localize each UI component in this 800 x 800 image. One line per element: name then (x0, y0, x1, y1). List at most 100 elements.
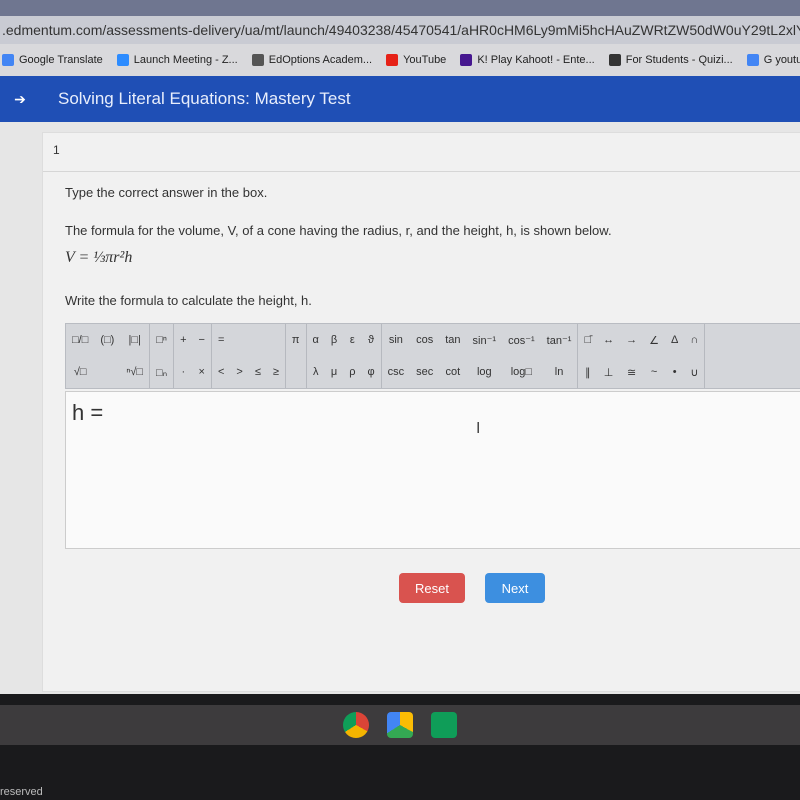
reset-button[interactable]: Reset (399, 573, 465, 603)
toolbar-symbol-button[interactable]: tan (445, 334, 460, 346)
footer-text: reserved (0, 786, 43, 798)
toolbar-group: + · − × (174, 324, 212, 388)
toolbar-symbol-button[interactable]: |□| (129, 334, 141, 346)
toolbar-symbol-button[interactable]: < (218, 366, 224, 378)
bookmark-item[interactable]: YouTube (386, 54, 446, 66)
bookmark-icon (2, 54, 14, 66)
toolbar-symbol-button[interactable]: □̄ (584, 334, 591, 346)
bookmark-label: G youtube (763, 54, 800, 66)
taskbar (0, 705, 800, 745)
toolbar-symbol-button[interactable]: ~ (651, 366, 657, 378)
task: Write the formula to calculate the heigh… (65, 293, 312, 308)
toolbar-symbol-button[interactable]: log□ (511, 366, 532, 378)
answer-input[interactable]: h = I (65, 391, 800, 549)
toolbar-group: □̄ ∥ ↔ ⊥ → ≅ ∠ ~ Δ • ∩ ∪ (578, 324, 706, 388)
bookmark-item[interactable]: Google Translate (2, 54, 103, 66)
toolbar-symbol-button[interactable]: ≥ (273, 366, 279, 378)
main-content: 1 Type the correct answer in the box. Th… (0, 122, 800, 798)
toolbar-symbol-button[interactable]: • (673, 366, 677, 378)
divider (43, 171, 800, 172)
toolbar-group: = < > ≤ ≥ (212, 324, 286, 388)
toolbar-symbol-button[interactable]: > (236, 366, 242, 378)
toolbar-symbol-button[interactable]: π (292, 334, 300, 346)
toolbar-symbol-button[interactable]: log (477, 366, 492, 378)
math-toolbar: □/□ √□ (□) |□| ⁿ√□ □ⁿ □ₙ + · − × = < > ≤ ≥ π α λ β μ ε ρ ϑ φ sin c… (65, 323, 800, 389)
bookmark-item[interactable]: G youtube (746, 54, 800, 66)
instruction: Type the correct answer in the box. (65, 185, 268, 200)
bookmark-item[interactable]: For Students - Quizi... (608, 54, 733, 66)
toolbar-symbol-button[interactable]: + (180, 334, 186, 346)
classroom-icon[interactable] (431, 712, 457, 738)
toolbar-symbol-button[interactable]: cos (416, 334, 433, 346)
toolbar-symbol-button[interactable]: ⊥ (604, 366, 614, 379)
toolbar-symbol-button[interactable]: ε (350, 334, 355, 346)
question-card: 1 Type the correct answer in the box. Th… (42, 132, 800, 692)
toolbar-symbol-button[interactable]: ln (555, 366, 564, 378)
toolbar-group: □ⁿ □ₙ (150, 324, 175, 388)
toolbar-symbol-button[interactable]: √□ (74, 366, 87, 378)
toolbar-symbol-button[interactable]: → (626, 334, 637, 346)
formula: V = ⅓πr²h (65, 249, 133, 266)
toolbar-symbol-button[interactable]: csc (388, 366, 405, 378)
toolbar-symbol-button[interactable]: = (218, 334, 224, 346)
answer-prefix: h = (72, 400, 104, 425)
toolbar-symbol-button[interactable]: × (199, 366, 205, 378)
toolbar-symbol-button[interactable]: sec (416, 366, 433, 378)
toolbar-symbol-button[interactable]: sin (389, 334, 403, 346)
nav-arrow-icon[interactable]: ➔ (0, 91, 40, 108)
bookmark-icon (251, 54, 264, 66)
drive-icon[interactable] (387, 712, 413, 738)
toolbar-group: π (286, 324, 307, 388)
tab-strip (0, 0, 800, 16)
toolbar-symbol-button[interactable]: ≅ (627, 366, 636, 379)
toolbar-symbol-button[interactable]: ϑ (368, 334, 374, 346)
address-bar[interactable]: .edmentum.com/assessments-delivery/ua/mt… (0, 16, 800, 44)
question-number: 1 (53, 143, 60, 157)
bookmark-icon (386, 54, 399, 66)
toolbar-symbol-button[interactable]: φ (367, 366, 374, 378)
toolbar-symbol-button[interactable]: (□) (100, 334, 114, 346)
bookmark-icon (608, 54, 621, 66)
bookmark-item[interactable]: EdOptions Academ... (251, 54, 373, 66)
toolbar-symbol-button[interactable]: λ (313, 366, 319, 378)
toolbar-symbol-button[interactable]: ρ (349, 366, 355, 378)
toolbar-symbol-button[interactable]: tan⁻¹ (547, 334, 572, 347)
toolbar-symbol-button[interactable]: cot (446, 366, 461, 378)
toolbar-symbol-button[interactable]: ⁿ√□ (126, 366, 143, 378)
toolbar-symbol-button[interactable]: β (331, 334, 337, 346)
bookmark-label: Launch Meeting - Z... (133, 54, 238, 66)
toolbar-symbol-button[interactable]: sin⁻¹ (473, 334, 497, 347)
toolbar-symbol-button[interactable]: □ⁿ (156, 334, 167, 346)
bookmark-item[interactable]: K! Play Kahoot! - Ente... (460, 54, 595, 66)
chrome-icon[interactable] (343, 712, 369, 738)
toolbar-symbol-button[interactable]: ∪ (690, 366, 698, 379)
toolbar-symbol-button[interactable]: ∠ (649, 334, 659, 347)
bookmarks-bar: Google Translate Launch Meeting - Z... EdO… (0, 44, 800, 76)
toolbar-symbol-button[interactable]: − (199, 334, 205, 346)
toolbar-symbol-button[interactable]: · (181, 366, 185, 378)
text-cursor-icon: I (476, 420, 481, 437)
test-header: ➔ Solving Literal Equations: Mastery Tes… (0, 76, 800, 122)
toolbar-symbol-button[interactable]: ≤ (255, 366, 261, 378)
toolbar-symbol-button[interactable]: α (313, 334, 319, 346)
bookmark-label: EdOptions Academ... (268, 54, 373, 66)
toolbar-symbol-button[interactable]: cos⁻¹ (508, 334, 535, 347)
bookmark-label: YouTube (403, 54, 447, 66)
next-button[interactable]: Next (485, 573, 545, 603)
toolbar-symbol-button[interactable]: ∩ (690, 334, 698, 346)
toolbar-symbol-button[interactable]: Δ (671, 334, 678, 346)
bookmark-item[interactable]: Launch Meeting - Z... (116, 54, 238, 66)
prompt: The formula for the volume, V, of a cone… (65, 223, 612, 238)
bookmark-label: For Students - Quizi... (625, 54, 733, 66)
page-title: Solving Literal Equations: Mastery Test (58, 89, 351, 108)
toolbar-symbol-button[interactable]: □ₙ (156, 366, 167, 379)
toolbar-symbol-button[interactable]: μ (331, 366, 337, 378)
bookmark-icon (460, 54, 473, 66)
bookmark-icon (746, 54, 759, 66)
toolbar-symbol-button[interactable]: ∥ (585, 366, 591, 379)
toolbar-group: α λ β μ ε ρ ϑ φ (307, 324, 382, 388)
toolbar-symbol-button[interactable]: ↔ (603, 334, 614, 346)
toolbar-group: □/□ √□ (□) |□| ⁿ√□ (66, 324, 151, 388)
bookmark-label: K! Play Kahoot! - Ente... (477, 54, 595, 66)
toolbar-symbol-button[interactable]: □/□ (72, 334, 88, 346)
